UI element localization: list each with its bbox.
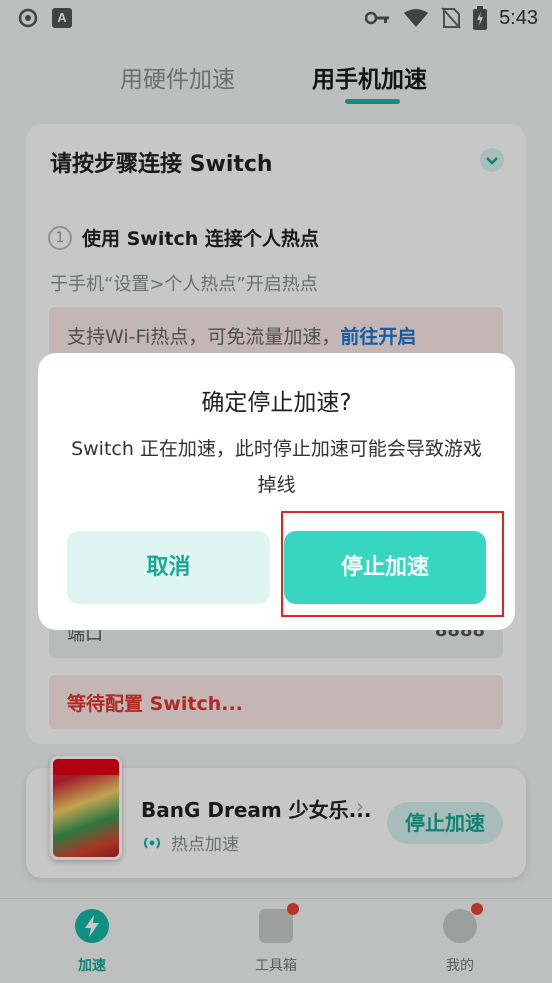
cancel-button[interactable]: 取消 (67, 531, 270, 604)
dialog-message: Switch 正在加速，此时停止加速可能会导致游戏掉线 (71, 438, 482, 496)
dialog-title: 确定停止加速? (201, 390, 352, 416)
highlight-box (281, 511, 504, 617)
